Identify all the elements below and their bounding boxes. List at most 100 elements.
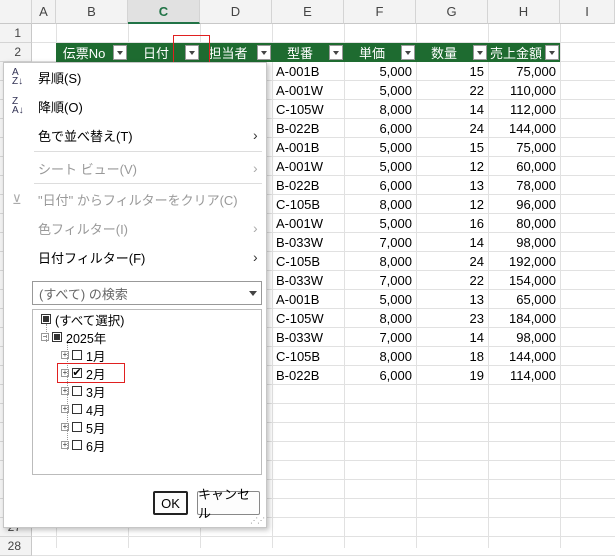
checkbox-icon[interactable] (72, 404, 82, 414)
cell-kataban[interactable]: B-033W (272, 328, 344, 347)
collapse-icon[interactable]: − (41, 333, 49, 341)
cell-suuryou[interactable]: 24 (416, 252, 488, 271)
cell-kataban[interactable]: A-001W (272, 157, 344, 176)
column-header-d[interactable]: D (200, 0, 272, 24)
cell-uriage[interactable]: 184,000 (488, 309, 560, 328)
row-header[interactable]: 2 (0, 43, 32, 62)
expand-icon[interactable]: + (61, 423, 69, 431)
checkbox-icon[interactable] (72, 350, 82, 360)
expand-icon[interactable]: + (61, 405, 69, 413)
cell-uriage[interactable]: 144,000 (488, 119, 560, 138)
column-header-g[interactable]: G (416, 0, 488, 24)
cell-tanka[interactable]: 5,000 (344, 62, 416, 81)
cell-tanka[interactable]: 6,000 (344, 366, 416, 385)
filter-dropdown-button[interactable] (401, 45, 415, 60)
checkbox-icon[interactable] (72, 422, 82, 432)
filter-search-input[interactable]: (すべて) の検索 (32, 281, 262, 305)
cell-tanka[interactable]: 6,000 (344, 119, 416, 138)
cell-suuryou[interactable]: 22 (416, 271, 488, 290)
filter-dropdown-button[interactable] (545, 45, 559, 60)
cell-tanka[interactable]: 8,000 (344, 347, 416, 366)
cell-kataban[interactable]: A-001W (272, 214, 344, 233)
resize-grip-icon[interactable]: ⋰⋰ (250, 516, 265, 525)
tree-item-month[interactable]: +6月 (61, 436, 105, 454)
filter-dropdown-button[interactable] (473, 45, 487, 60)
cell-tanka[interactable]: 8,000 (344, 195, 416, 214)
filter-dropdown-button[interactable] (113, 45, 127, 60)
cell-kataban[interactable]: A-001W (272, 81, 344, 100)
tree-item-month[interactable]: +3月 (61, 382, 105, 400)
cell-suuryou[interactable]: 23 (416, 309, 488, 328)
cell-uriage[interactable]: 114,000 (488, 366, 560, 385)
cell-kataban[interactable]: B-022B (272, 119, 344, 138)
tree-item-month[interactable]: +1月 (61, 346, 105, 364)
cell-kataban[interactable]: A-001B (272, 62, 344, 81)
cell-uriage[interactable]: 78,000 (488, 176, 560, 195)
column-header-h[interactable]: H (488, 0, 560, 24)
checkbox-icon[interactable] (72, 386, 82, 396)
cell-uriage[interactable]: 98,000 (488, 328, 560, 347)
column-header-b[interactable]: B (56, 0, 128, 24)
cell-tanka[interactable]: 7,000 (344, 328, 416, 347)
cell-suuryou[interactable]: 14 (416, 328, 488, 347)
tree-item-month[interactable]: +5月 (61, 418, 105, 436)
tree-item-month[interactable]: +4月 (61, 400, 105, 418)
cell-suuryou[interactable]: 14 (416, 100, 488, 119)
cell-suuryou[interactable]: 13 (416, 290, 488, 309)
cell-uriage[interactable]: 112,000 (488, 100, 560, 119)
cell-tanka[interactable]: 7,000 (344, 271, 416, 290)
cell-suuryou[interactable]: 22 (416, 81, 488, 100)
cell-uriage[interactable]: 80,000 (488, 214, 560, 233)
row-header[interactable]: 28 (0, 537, 32, 556)
cell-suuryou[interactable]: 14 (416, 233, 488, 252)
expand-icon[interactable]: + (61, 351, 69, 359)
checkbox-icon[interactable] (72, 440, 82, 450)
chevron-down-icon[interactable] (249, 291, 257, 296)
expand-icon[interactable]: + (61, 387, 69, 395)
tree-item-year[interactable]: − 2025年 (41, 328, 106, 346)
cell-suuryou[interactable]: 13 (416, 176, 488, 195)
cell-uriage[interactable]: 98,000 (488, 233, 560, 252)
ok-button[interactable]: OK (153, 491, 188, 515)
column-header-i[interactable]: I (560, 0, 615, 24)
cell-uriage[interactable]: 192,000 (488, 252, 560, 271)
cell-kataban[interactable]: C-105W (272, 309, 344, 328)
date-filter-item[interactable]: 日付フィルター(F) › (4, 246, 266, 268)
cell-uriage[interactable]: 75,000 (488, 62, 560, 81)
cell-tanka[interactable]: 5,000 (344, 81, 416, 100)
cell-suuryou[interactable]: 15 (416, 138, 488, 157)
cell-tanka[interactable]: 8,000 (344, 100, 416, 119)
cell-uriage[interactable]: 154,000 (488, 271, 560, 290)
cell-uriage[interactable]: 144,000 (488, 347, 560, 366)
cell-uriage[interactable]: 65,000 (488, 290, 560, 309)
column-header-e[interactable]: E (272, 0, 344, 24)
cell-kataban[interactable]: A-001B (272, 290, 344, 309)
cell-uriage[interactable]: 96,000 (488, 195, 560, 214)
cell-tanka[interactable]: 7,000 (344, 233, 416, 252)
cell-tanka[interactable]: 6,000 (344, 176, 416, 195)
cell-uriage[interactable]: 60,000 (488, 157, 560, 176)
cell-tanka[interactable]: 5,000 (344, 214, 416, 233)
sort-by-color-item[interactable]: 色で並べ替え(T) › (4, 124, 266, 146)
cell-suuryou[interactable]: 15 (416, 62, 488, 81)
select-all-corner[interactable] (0, 0, 32, 24)
cell-kataban[interactable]: B-033W (272, 271, 344, 290)
tree-item-select-all[interactable]: (すべて選択) (41, 310, 124, 328)
cell-kataban[interactable]: B-022B (272, 366, 344, 385)
row-header[interactable]: 1 (0, 24, 32, 43)
cell-kataban[interactable]: A-001B (272, 138, 344, 157)
cell-kataban[interactable]: B-033W (272, 233, 344, 252)
cell-tanka[interactable]: 5,000 (344, 290, 416, 309)
filter-dropdown-button[interactable] (329, 45, 343, 60)
cell-tanka[interactable]: 5,000 (344, 157, 416, 176)
cell-tanka[interactable]: 5,000 (344, 138, 416, 157)
cell-suuryou[interactable]: 12 (416, 157, 488, 176)
column-header-c[interactable]: C (128, 0, 200, 24)
cell-tanka[interactable]: 8,000 (344, 252, 416, 271)
cell-kataban[interactable]: B-022B (272, 176, 344, 195)
filter-dropdown-button[interactable] (257, 45, 271, 60)
column-header-a[interactable]: A (32, 0, 56, 24)
cell-kataban[interactable]: C-105B (272, 347, 344, 366)
expand-icon[interactable]: + (61, 441, 69, 449)
checkbox-partial-icon[interactable] (52, 332, 62, 342)
